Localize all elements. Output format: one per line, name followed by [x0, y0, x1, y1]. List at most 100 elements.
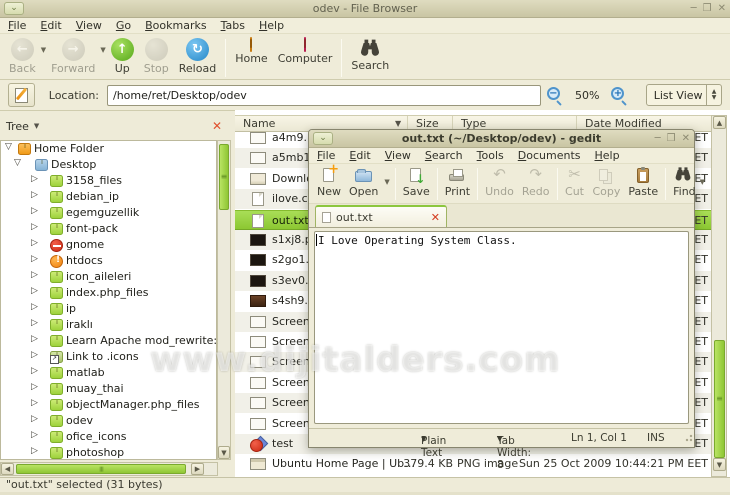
- tree-item-odev[interactable]: ▷ odev: [1, 413, 216, 429]
- home-button[interactable]: Home: [230, 37, 272, 66]
- file-list-scrollbar[interactable]: ▲ ≡ ▼: [711, 115, 727, 477]
- zoom-out-icon[interactable]: −: [546, 86, 563, 104]
- undo-icon: ↶: [493, 165, 506, 183]
- view-mode-select[interactable]: List View ▲ ▼: [645, 84, 722, 106]
- resize-grip[interactable]: [683, 432, 693, 442]
- search-button[interactable]: Search: [346, 37, 394, 73]
- close-icon[interactable]: ✕: [682, 132, 690, 145]
- minimize-icon[interactable]: ─: [655, 132, 661, 145]
- browser-menu-go[interactable]: Go: [116, 19, 131, 32]
- minimize-icon[interactable]: ─: [691, 2, 697, 15]
- tree-item-icon-aileleri[interactable]: ▷ icon_aileleri: [1, 269, 216, 285]
- tree-item-ip[interactable]: ▷ ip: [1, 301, 216, 317]
- tree-item-egemguzellik[interactable]: ▷ egemguzellik: [1, 205, 216, 221]
- browser-menu-edit[interactable]: Edit: [40, 19, 61, 32]
- browser-menu-bookmarks[interactable]: Bookmarks: [145, 19, 206, 32]
- tab-out-txt[interactable]: out.txt ✕: [315, 205, 447, 227]
- browser-menu-view[interactable]: View: [76, 19, 102, 32]
- find-button[interactable]: Find: [669, 166, 700, 198]
- tree-item-debian-ip[interactable]: ▷ debian_ip: [1, 189, 216, 205]
- expander-closed-icon[interactable]: ▷: [31, 350, 38, 360]
- tree-item-htdocs[interactable]: ▷htdocs: [1, 253, 216, 269]
- side-pane-selector[interactable]: Tree: [2, 120, 29, 133]
- tree-item-photoshop[interactable]: ▷ photoshop: [1, 445, 216, 459]
- tab-close-icon[interactable]: ✕: [431, 211, 440, 224]
- open-dropdown-icon[interactable]: ▼: [382, 178, 391, 186]
- gedit-menu-tools[interactable]: Tools: [477, 149, 504, 162]
- expander-closed-icon[interactable]: ▷: [31, 430, 38, 440]
- expander-closed-icon[interactable]: ▷: [31, 398, 38, 408]
- gedit-menu-search[interactable]: Search: [425, 149, 463, 162]
- expander-closed-icon[interactable]: ▷: [31, 190, 38, 200]
- expander-closed-icon[interactable]: ▷: [31, 382, 38, 392]
- expander-closed-icon[interactable]: ▷: [31, 222, 38, 232]
- gedit-menu-help[interactable]: Help: [595, 149, 620, 162]
- tree-item-link-to-icons[interactable]: ▷Link to .icons: [1, 349, 216, 365]
- window-menu-icon[interactable]: ⌄: [4, 2, 24, 15]
- scroll-down-icon[interactable]: ▼: [713, 458, 726, 471]
- open-button[interactable]: Open: [345, 166, 382, 198]
- tree-item-gnome[interactable]: ▷ gnome: [1, 237, 216, 253]
- expander-open-icon[interactable]: ▽: [5, 142, 12, 152]
- expander-closed-icon[interactable]: ▷: [31, 446, 38, 456]
- new-button[interactable]: + New: [313, 162, 345, 198]
- expander-closed-icon[interactable]: ▷: [31, 318, 38, 328]
- expander-closed-icon[interactable]: ▷: [31, 414, 38, 424]
- side-pane-close-icon[interactable]: ✕: [212, 119, 222, 133]
- tree-item-font-pack[interactable]: ▷ font-pack: [1, 221, 216, 237]
- gedit-menu-view[interactable]: View: [385, 149, 411, 162]
- tree-item-index-php-files[interactable]: ▷ index.php_files: [1, 285, 216, 301]
- expander-closed-icon[interactable]: ▷: [31, 286, 38, 296]
- print-button[interactable]: Print: [441, 166, 474, 198]
- gedit-menu-documents[interactable]: Documents: [518, 149, 581, 162]
- maximize-icon[interactable]: ❒: [703, 2, 712, 15]
- tree-item-irakl[interactable]: ▷ iraklı: [1, 317, 216, 333]
- location-input[interactable]: [107, 84, 541, 106]
- close-icon[interactable]: ✕: [718, 2, 726, 15]
- tree-item-home-folder[interactable]: ▽ Home Folder: [1, 141, 216, 157]
- gedit-menu-file[interactable]: File: [317, 149, 335, 162]
- chevron-down-icon[interactable]: ▼: [34, 122, 39, 130]
- tree-item-3158-files[interactable]: ▷ 3158_files: [1, 173, 216, 189]
- browser-menu-help[interactable]: Help: [259, 19, 284, 32]
- text-editor-area[interactable]: I Love Operating System Class.: [314, 231, 689, 424]
- expander-closed-icon[interactable]: ▷: [31, 206, 38, 216]
- tree-item-matlab[interactable]: ▷ matlab: [1, 365, 216, 381]
- sort-chevron-icon[interactable]: ▼: [395, 119, 401, 128]
- gedit-menu-edit[interactable]: Edit: [349, 149, 370, 162]
- toolbar-overflow-icon[interactable]: ▼: [700, 178, 705, 186]
- gedit-window: ⌄ out.txt (~/Desktop/odev) - gedit ─ ❒ ✕…: [308, 129, 705, 471]
- save-button[interactable]: ↓ Save: [399, 166, 434, 198]
- scroll-right-icon[interactable]: ▶: [191, 463, 204, 475]
- expander-closed-icon[interactable]: ▷: [31, 334, 38, 344]
- window-menu-icon[interactable]: ⌄: [313, 132, 333, 145]
- zoom-in-icon[interactable]: +: [611, 86, 627, 104]
- tree-horizontal-scrollbar[interactable]: ◀ ≡ ▶: [0, 462, 218, 476]
- tree-item-objectmanager-php-files[interactable]: ▷ objectManager.php_files: [1, 397, 216, 413]
- spinner-arrows-icon[interactable]: ▲ ▼: [706, 85, 721, 105]
- paste-button[interactable]: Paste: [624, 166, 662, 198]
- tree-item-desktop[interactable]: ▽ Desktop: [1, 157, 216, 173]
- tree-item-ofice-icons[interactable]: ▷ ofice_icons: [1, 429, 216, 445]
- expander-closed-icon[interactable]: ▷: [31, 270, 38, 280]
- expander-closed-icon[interactable]: ▷: [31, 238, 38, 248]
- scroll-left-icon[interactable]: ◀: [1, 463, 14, 475]
- expander-open-icon[interactable]: ▽: [14, 158, 21, 168]
- expander-closed-icon[interactable]: ▷: [31, 366, 38, 376]
- tree-vertical-scrollbar[interactable]: ≡ ▼: [217, 140, 231, 460]
- reload-button[interactable]: ↻ Reload: [174, 37, 221, 76]
- browser-menu-file[interactable]: File: [8, 19, 26, 32]
- scroll-up-icon[interactable]: ▲: [713, 116, 726, 129]
- computer-button[interactable]: Computer: [273, 37, 338, 66]
- up-button[interactable]: ↑ Up: [106, 37, 139, 76]
- toggle-location-entry-button[interactable]: [8, 83, 35, 107]
- expander-closed-icon[interactable]: ▷: [31, 254, 38, 264]
- tree-item-learn-apache-mod-rewrite-13-real-work[interactable]: ▷Learn Apache mod_rewrite: 13 Real-work: [1, 333, 216, 349]
- expander-closed-icon[interactable]: ▷: [31, 302, 38, 312]
- scroll-down-icon[interactable]: ▼: [218, 446, 230, 459]
- maximize-icon[interactable]: ❒: [667, 132, 676, 145]
- expander-closed-icon[interactable]: ▷: [31, 174, 38, 184]
- file-row-ubuntu-home-page-ubuntu-125[interactable]: Ubuntu Home Page | Ubuntu_125...379.4 KB…: [235, 454, 711, 474]
- tree-item-muay-thai[interactable]: ▷ muay_thai: [1, 381, 216, 397]
- browser-menu-tabs[interactable]: Tabs: [221, 19, 245, 32]
